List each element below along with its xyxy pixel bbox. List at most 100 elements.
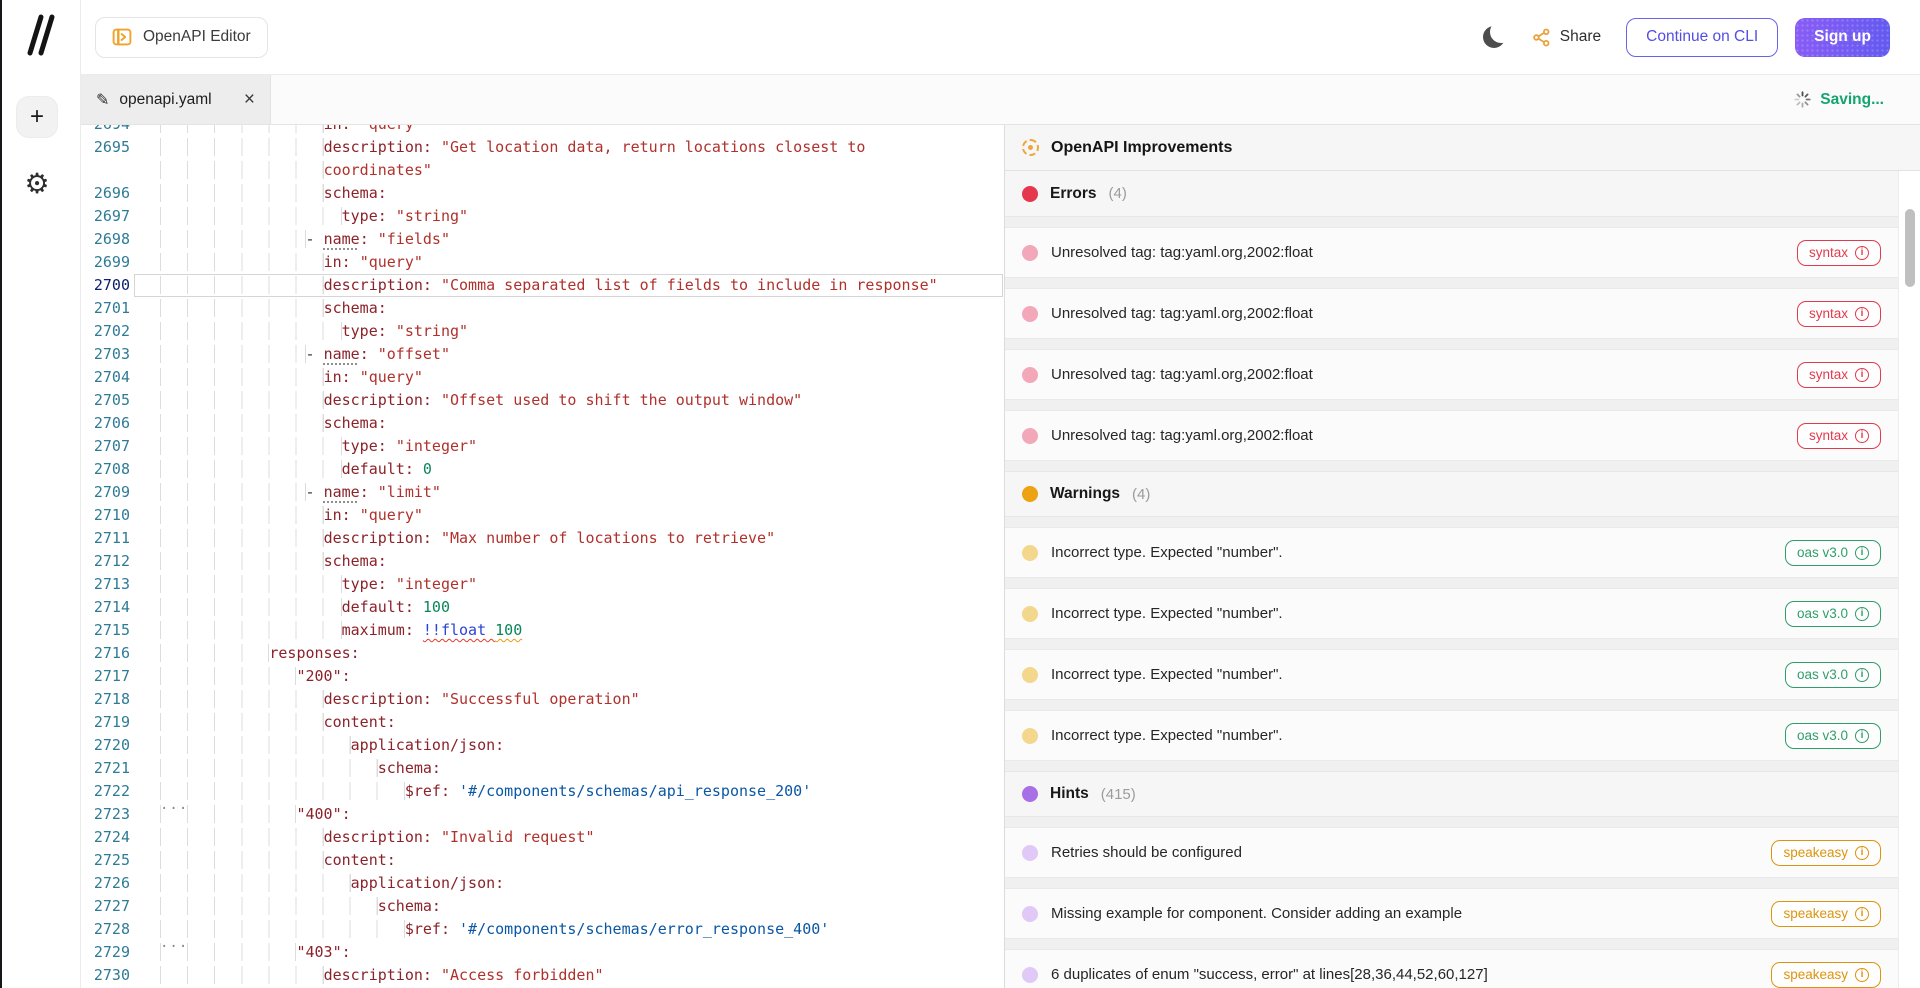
code-line-text: - name: "offset" bbox=[160, 343, 450, 366]
code-line[interactable]: 2726 application/json: bbox=[81, 872, 1004, 895]
code-line[interactable]: 2710 in: "query" bbox=[81, 504, 1004, 527]
code-line[interactable]: 2714 default: 100 bbox=[81, 596, 1004, 619]
code-line[interactable]: 2721 schema: bbox=[81, 757, 1004, 780]
code-line[interactable]: 2715 maximum: !!float 100 bbox=[81, 619, 1004, 642]
issue-badge[interactable]: speakeasyi bbox=[1771, 962, 1881, 988]
section-header-errors[interactable]: Errors(4) bbox=[1005, 171, 1898, 217]
issue-badge[interactable]: syntaxi bbox=[1797, 240, 1881, 266]
code-token bbox=[387, 207, 396, 225]
issue-item[interactable]: Unresolved tag: tag:yaml.org,2002:floats… bbox=[1005, 288, 1898, 339]
line-number: 2724 bbox=[81, 826, 130, 849]
code-line[interactable]: 2702 type: "string" bbox=[81, 320, 1004, 343]
issue-item[interactable]: 6 duplicates of enum "success, error" at… bbox=[1005, 949, 1898, 988]
code-line[interactable]: 2703 - name: "offset" bbox=[81, 343, 1004, 366]
code-editor[interactable]: 2694 in: "query"2695 description: "Get l… bbox=[81, 125, 1004, 988]
code-line[interactable]: 2708 default: 0 bbox=[81, 458, 1004, 481]
code-line[interactable]: 2729 "403": bbox=[81, 941, 1004, 964]
panel-scrollbar-thumb[interactable] bbox=[1905, 209, 1915, 287]
code-line[interactable]: 2716 responses: bbox=[81, 642, 1004, 665]
issue-badge[interactable]: syntaxi bbox=[1797, 301, 1881, 327]
issue-badge[interactable]: syntaxi bbox=[1797, 423, 1881, 449]
code-line[interactable]: 2706 schema: bbox=[81, 412, 1004, 435]
code-line[interactable]: 2719 content: bbox=[81, 711, 1004, 734]
code-line[interactable]: 2713 type: "integer" bbox=[81, 573, 1004, 596]
issue-badge[interactable]: oas v3.0i bbox=[1785, 662, 1881, 688]
code-line[interactable]: 2712 schema: bbox=[81, 550, 1004, 573]
code-line[interactable]: 2725 content: bbox=[81, 849, 1004, 872]
code-line[interactable]: 2705 description: "Offset used to shift … bbox=[81, 389, 1004, 412]
issue-item[interactable]: Incorrect type. Expected "number".oas v3… bbox=[1005, 649, 1898, 700]
code-line[interactable]: 2723 "400": bbox=[81, 803, 1004, 826]
code-line[interactable]: coordinates" bbox=[81, 159, 1004, 182]
code-line[interactable]: 2711 description: "Max number of locatio… bbox=[81, 527, 1004, 550]
code-line[interactable]: 2722 $ref: '#/components/schemas/api_res… bbox=[81, 780, 1004, 803]
code-line[interactable]: 2699 in: "query" bbox=[81, 251, 1004, 274]
issue-bullet-icon bbox=[1022, 306, 1038, 322]
issue-badge[interactable]: oas v3.0i bbox=[1785, 540, 1881, 566]
share-label: Share bbox=[1560, 28, 1601, 46]
code-token: : bbox=[360, 345, 369, 363]
code-line[interactable]: 2698 - name: "fields" bbox=[81, 228, 1004, 251]
code-line[interactable]: 2724 description: "Invalid request" bbox=[81, 826, 1004, 849]
issue-item[interactable]: Unresolved tag: tag:yaml.org,2002:floats… bbox=[1005, 227, 1898, 278]
issue-badge-label: speakeasy bbox=[1783, 845, 1848, 860]
code-token bbox=[414, 598, 423, 616]
code-line[interactable]: 2727 schema: bbox=[81, 895, 1004, 918]
code-token: '#/components/schemas/error_response_400… bbox=[459, 920, 829, 938]
code-line[interactable]: 2697 type: "string" bbox=[81, 205, 1004, 228]
issue-item[interactable]: Missing example for component. Consider … bbox=[1005, 888, 1898, 939]
code-token bbox=[432, 276, 441, 294]
issue-item[interactable]: Retries should be configured speakeasyi bbox=[1005, 827, 1898, 878]
code-line-text: $ref: '#/components/schemas/api_response… bbox=[160, 780, 811, 803]
section-header-warnings[interactable]: Warnings(4) bbox=[1005, 471, 1898, 517]
improvements-icon bbox=[1022, 139, 1039, 156]
code-line[interactable]: 2728 $ref: '#/components/schemas/error_r… bbox=[81, 918, 1004, 941]
code-line[interactable]: 2701 schema: bbox=[81, 297, 1004, 320]
code-line[interactable]: 2718 description: "Successful operation" bbox=[81, 688, 1004, 711]
issue-badge[interactable]: syntaxi bbox=[1797, 362, 1881, 388]
code-line-text: - name: "fields" bbox=[160, 228, 450, 251]
issue-badge[interactable]: oas v3.0i bbox=[1785, 723, 1881, 749]
code-line[interactable]: 2700 description: "Comma separated list … bbox=[81, 274, 1004, 297]
line-number: 2694 bbox=[81, 125, 130, 136]
issue-item[interactable]: Unresolved tag: tag:yaml.org,2002:floats… bbox=[1005, 410, 1898, 461]
tab-close-icon[interactable]: × bbox=[244, 90, 255, 109]
code-line[interactable]: 2696 schema: bbox=[81, 182, 1004, 205]
code-line[interactable]: 2709 - name: "limit" bbox=[81, 481, 1004, 504]
share-button[interactable]: Share bbox=[1532, 28, 1601, 47]
code-line[interactable]: 2694 in: "query" bbox=[81, 125, 1004, 136]
issue-item[interactable]: Incorrect type. Expected "number".oas v3… bbox=[1005, 527, 1898, 578]
panel-scrollbar-track[interactable] bbox=[1898, 171, 1920, 988]
settings-button[interactable]: ⚙ bbox=[16, 162, 58, 204]
sign-up-button[interactable]: Sign up bbox=[1795, 18, 1890, 57]
code-line[interactable]: 2695 description: "Get location data, re… bbox=[81, 136, 1004, 159]
code-token: content: bbox=[324, 713, 396, 731]
new-file-button[interactable]: + bbox=[16, 96, 58, 138]
issue-badge[interactable]: speakeasyi bbox=[1771, 901, 1881, 927]
issue-item[interactable]: Incorrect type. Expected "number".oas v3… bbox=[1005, 710, 1898, 761]
code-line[interactable]: 2720 application/json: bbox=[81, 734, 1004, 757]
code-line[interactable]: 2704 in: "query" bbox=[81, 366, 1004, 389]
indent-guides bbox=[160, 483, 306, 501]
code-line[interactable]: 2717 "200": bbox=[81, 665, 1004, 688]
code-token: - bbox=[306, 483, 324, 501]
issue-text: Retries should be configured bbox=[1051, 844, 1758, 861]
indent-guides bbox=[160, 943, 296, 961]
issue-bullet-icon bbox=[1022, 367, 1038, 383]
improvements-title: OpenAPI Improvements bbox=[1051, 139, 1232, 157]
code-line[interactable]: 2730 description: "Access forbidden" bbox=[81, 964, 1004, 987]
issue-badge[interactable]: oas v3.0i bbox=[1785, 601, 1881, 627]
issue-item[interactable]: Incorrect type. Expected "number".oas v3… bbox=[1005, 588, 1898, 639]
continue-on-cli-button[interactable]: Continue on CLI bbox=[1626, 18, 1778, 57]
tab-openapi-yaml[interactable]: ✎ openapi.yaml × bbox=[81, 75, 271, 124]
code-line[interactable]: 2707 type: "integer" bbox=[81, 435, 1004, 458]
section-header-hints[interactable]: Hints(415) bbox=[1005, 771, 1898, 817]
code-token: content: bbox=[324, 851, 396, 869]
indent-guides bbox=[160, 690, 324, 708]
code-line-text: default: 100 bbox=[160, 596, 450, 619]
dark-mode-toggle-moon-icon[interactable] bbox=[1483, 26, 1505, 48]
issue-badge[interactable]: speakeasyi bbox=[1771, 840, 1881, 866]
speakeasy-logo[interactable] bbox=[22, 12, 58, 58]
issue-item[interactable]: Unresolved tag: tag:yaml.org,2002:floats… bbox=[1005, 349, 1898, 400]
line-number: 2722 bbox=[81, 780, 130, 803]
